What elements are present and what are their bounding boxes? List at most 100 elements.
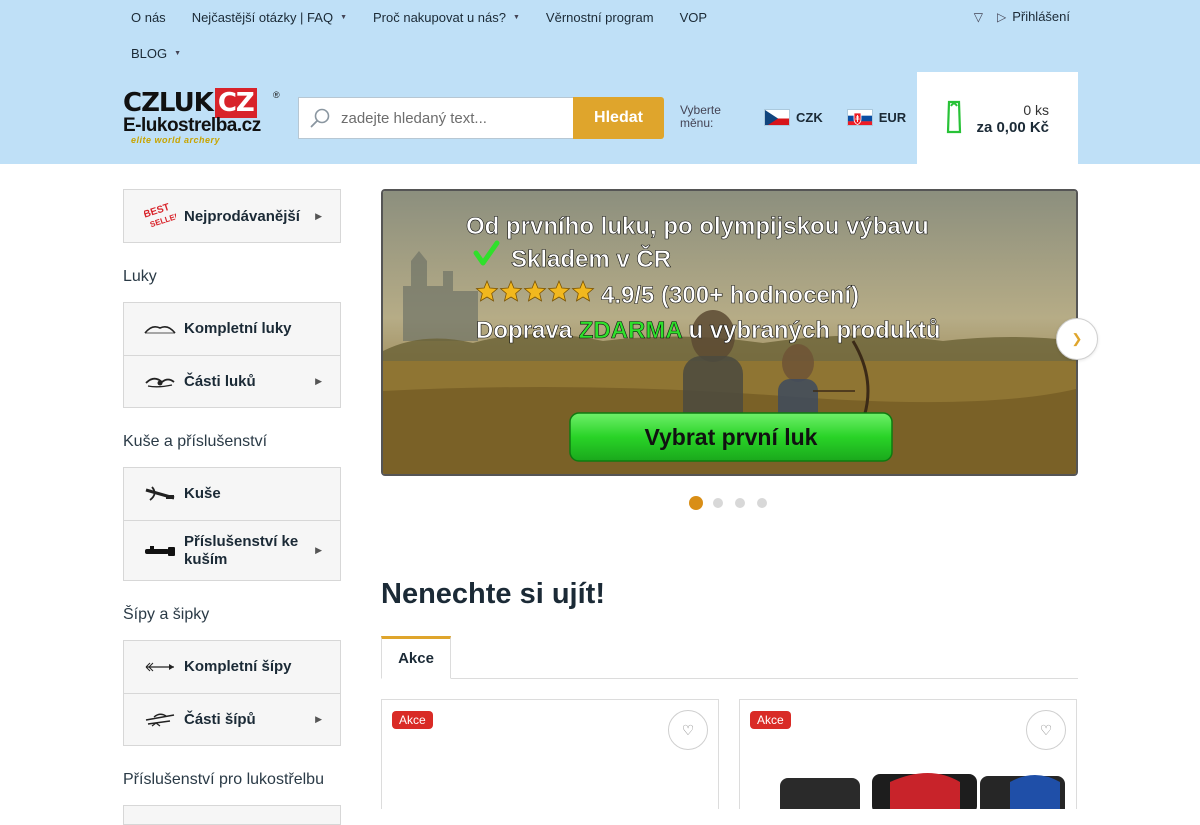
sidebar-item-bestseller[interactable]: BEST SELLER Nejprodávanější ▶ [124, 190, 340, 242]
sidebar-item-label: Kompletní luky [184, 320, 292, 337]
bow-icon [143, 319, 177, 339]
nav-item-label: Proč nakupovat u nás? [373, 10, 506, 25]
cart-widget[interactable]: 0 ks za 0,00 Kč [917, 72, 1078, 164]
currency-eur-label: EUR [878, 109, 907, 125]
search-input[interactable] [341, 109, 561, 127]
best-seller-icon: BEST SELLER [143, 202, 177, 229]
banner-line-2: Skladem v ČR [511, 245, 671, 273]
wishlist-icon[interactable]: ♡ [1026, 710, 1066, 750]
arrow-parts-icon [143, 710, 177, 730]
currency-czk-label: CZK [796, 109, 823, 125]
section-title: Nenechte si ujít! [381, 578, 605, 610]
site-logo[interactable]: CZLUK CZ ® E-lukostrelba.cz elite world a… [123, 88, 283, 146]
product-card[interactable]: Akce ♡ [381, 699, 719, 809]
sidebar-item-2-1[interactable]: Části šípů ▶ [124, 693, 340, 745]
banner-line-1: Od prvního luku, po olympijskou výbavu [466, 213, 929, 240]
user-menu-icon[interactable]: ▽ [974, 10, 983, 24]
nav-item-row1-1[interactable]: Nejčastější otázky | FAQ ▼ [192, 10, 347, 25]
search-button[interactable]: Hledat [573, 97, 664, 139]
nav-item-row1-4[interactable]: VOP [680, 10, 707, 25]
arrow-icon [143, 657, 177, 677]
banner-line-4: Doprava ZDARMA u vybraných produktů [476, 317, 941, 344]
sidebar-item-label: Nejprodávanější [184, 207, 300, 225]
login-link[interactable]: ▷ Přihlášení [997, 9, 1070, 24]
carousel-next-button[interactable]: ❯ [1056, 318, 1098, 360]
nav-item-label: Nejčastější otázky | FAQ [191, 10, 334, 25]
search-icon [309, 107, 331, 129]
chevron-right-icon: ▶ [315, 376, 322, 386]
crossbow-icon [143, 484, 177, 504]
tab-akce[interactable]: Akce [381, 636, 451, 679]
carousel-dot-2[interactable] [713, 498, 723, 508]
sidebar-group-heading[interactable]: Kuše a příslušenství [123, 433, 341, 451]
product-image [780, 773, 1065, 809]
sidebar-item-label: Části šípů [184, 710, 256, 728]
sidebar-item-2-0[interactable]: Kompletní šípy [124, 641, 340, 693]
nav-item-row2-0[interactable]: BLOG ▼ [131, 46, 181, 61]
nav-item-label: BLOG [131, 46, 168, 61]
crossbow-accessory-icon [143, 541, 177, 561]
search-box [298, 97, 573, 139]
sidebar-item-label: Kompletní šípy [184, 658, 292, 675]
chevron-right-icon: ▶ [315, 714, 322, 724]
carousel-dots [689, 496, 779, 510]
sale-badge: Akce [750, 711, 791, 729]
chevron-down-icon: ▼ [512, 14, 520, 21]
currency-eur[interactable]: EUR [846, 108, 907, 126]
chevron-right-icon: ▶ [315, 545, 322, 555]
sidebar-item-0-0[interactable]: Kompletní luky [124, 303, 340, 355]
currency-label: Vyberte měnu: [680, 103, 721, 130]
logo-part-czluk: CZLUK [123, 88, 214, 118]
nav-item-label: O nás [131, 10, 166, 25]
banner-line-3: 4.9/5 (300+ hodnocení) [601, 282, 859, 309]
logo-tagline: elite world archery [131, 135, 221, 145]
nav-item-label: VOP [679, 10, 708, 25]
nav-item-label: Věrnostní program [545, 10, 654, 25]
cart-quantity: 0 ks [1023, 102, 1049, 118]
carousel-dot-1[interactable] [689, 496, 703, 510]
sidebar-group-card: Kuše Příslušenství ke kuším ▶ [123, 467, 341, 581]
sidebar-group-heading[interactable]: Šípy a šipky [123, 606, 341, 624]
account-area: ▽ ▷ Přihlášení [974, 9, 1070, 24]
currency-czk[interactable]: CZK [764, 108, 823, 126]
sidebar-item-label: Kuše [184, 485, 221, 502]
carousel-dot-3[interactable] [735, 498, 745, 508]
bow-parts-icon [143, 372, 177, 392]
cart-price: za 0,00 Kč [976, 119, 1049, 136]
wishlist-icon[interactable]: ♡ [668, 710, 708, 750]
sidebar-item-1-0[interactable]: Kuše [124, 468, 340, 520]
login-icon: ▷ [996, 9, 1007, 24]
site-header: O nás Nejčastější otázky | FAQ ▼ Proč nakup… [0, 0, 1200, 164]
nav-item-row1-0[interactable]: O nás [131, 10, 166, 25]
sidebar-item-label: Části luků [184, 372, 256, 390]
sidebar-group-card: Kompletní luky Části luků ▶ [123, 302, 341, 408]
section-tabs: Akce [381, 636, 1078, 679]
logo-wordmark: CZLUK CZ [123, 88, 257, 118]
top-nav-row-1: O nás Nejčastější otázky | FAQ ▼ Proč nakup… [123, 10, 725, 25]
chevron-down-icon: ▼ [174, 50, 182, 57]
sidebar-group-heading[interactable]: Příslušenství pro lukostřelbu [123, 771, 341, 789]
sale-badge: Akce [392, 711, 433, 729]
czech-flag-icon [764, 108, 790, 126]
top-nav-row-2: BLOG ▼ [123, 46, 199, 61]
sidebar-item-0-1[interactable]: Části luků ▶ [124, 355, 340, 407]
nav-item-row1-2[interactable]: Proč nakupovat u nás? ▼ [373, 10, 520, 25]
sidebar-item-1-1[interactable]: Příslušenství ke kuším ▶ [124, 520, 340, 580]
sidebar-groups: Luky Kompletní luky Části luků ▶ Kuše a přís… [123, 268, 341, 825]
hero-banner[interactable]: Od prvního luku, po olympijskou výbavu S… [381, 189, 1078, 476]
sidebar-item-label: Příslušenství ke kuším [184, 532, 299, 568]
search-bar: Hledat [298, 97, 664, 139]
product-card[interactable]: Akce ♡ [739, 699, 1077, 809]
banner-cta: Vybrat první luk [645, 424, 818, 450]
nav-item-row1-3[interactable]: Věrnostní program [546, 10, 654, 25]
login-label: Přihlášení [1012, 9, 1070, 24]
logo-part-cz: CZ [214, 88, 257, 118]
chevron-down-icon: ▼ [340, 14, 347, 21]
carousel-dot-4[interactable] [757, 498, 767, 508]
logo-domain: E-lukostrelba.cz [123, 115, 261, 136]
sidebar-group-heading[interactable]: Luky [123, 268, 341, 286]
currency-switcher: Vyberte měnu: CZK EUR [680, 104, 906, 130]
sidebar-group-card: Kompletní šípy Části šípů ▶ [123, 640, 341, 746]
sidebar-group-card [123, 805, 341, 825]
slovak-flag-icon [846, 108, 873, 126]
